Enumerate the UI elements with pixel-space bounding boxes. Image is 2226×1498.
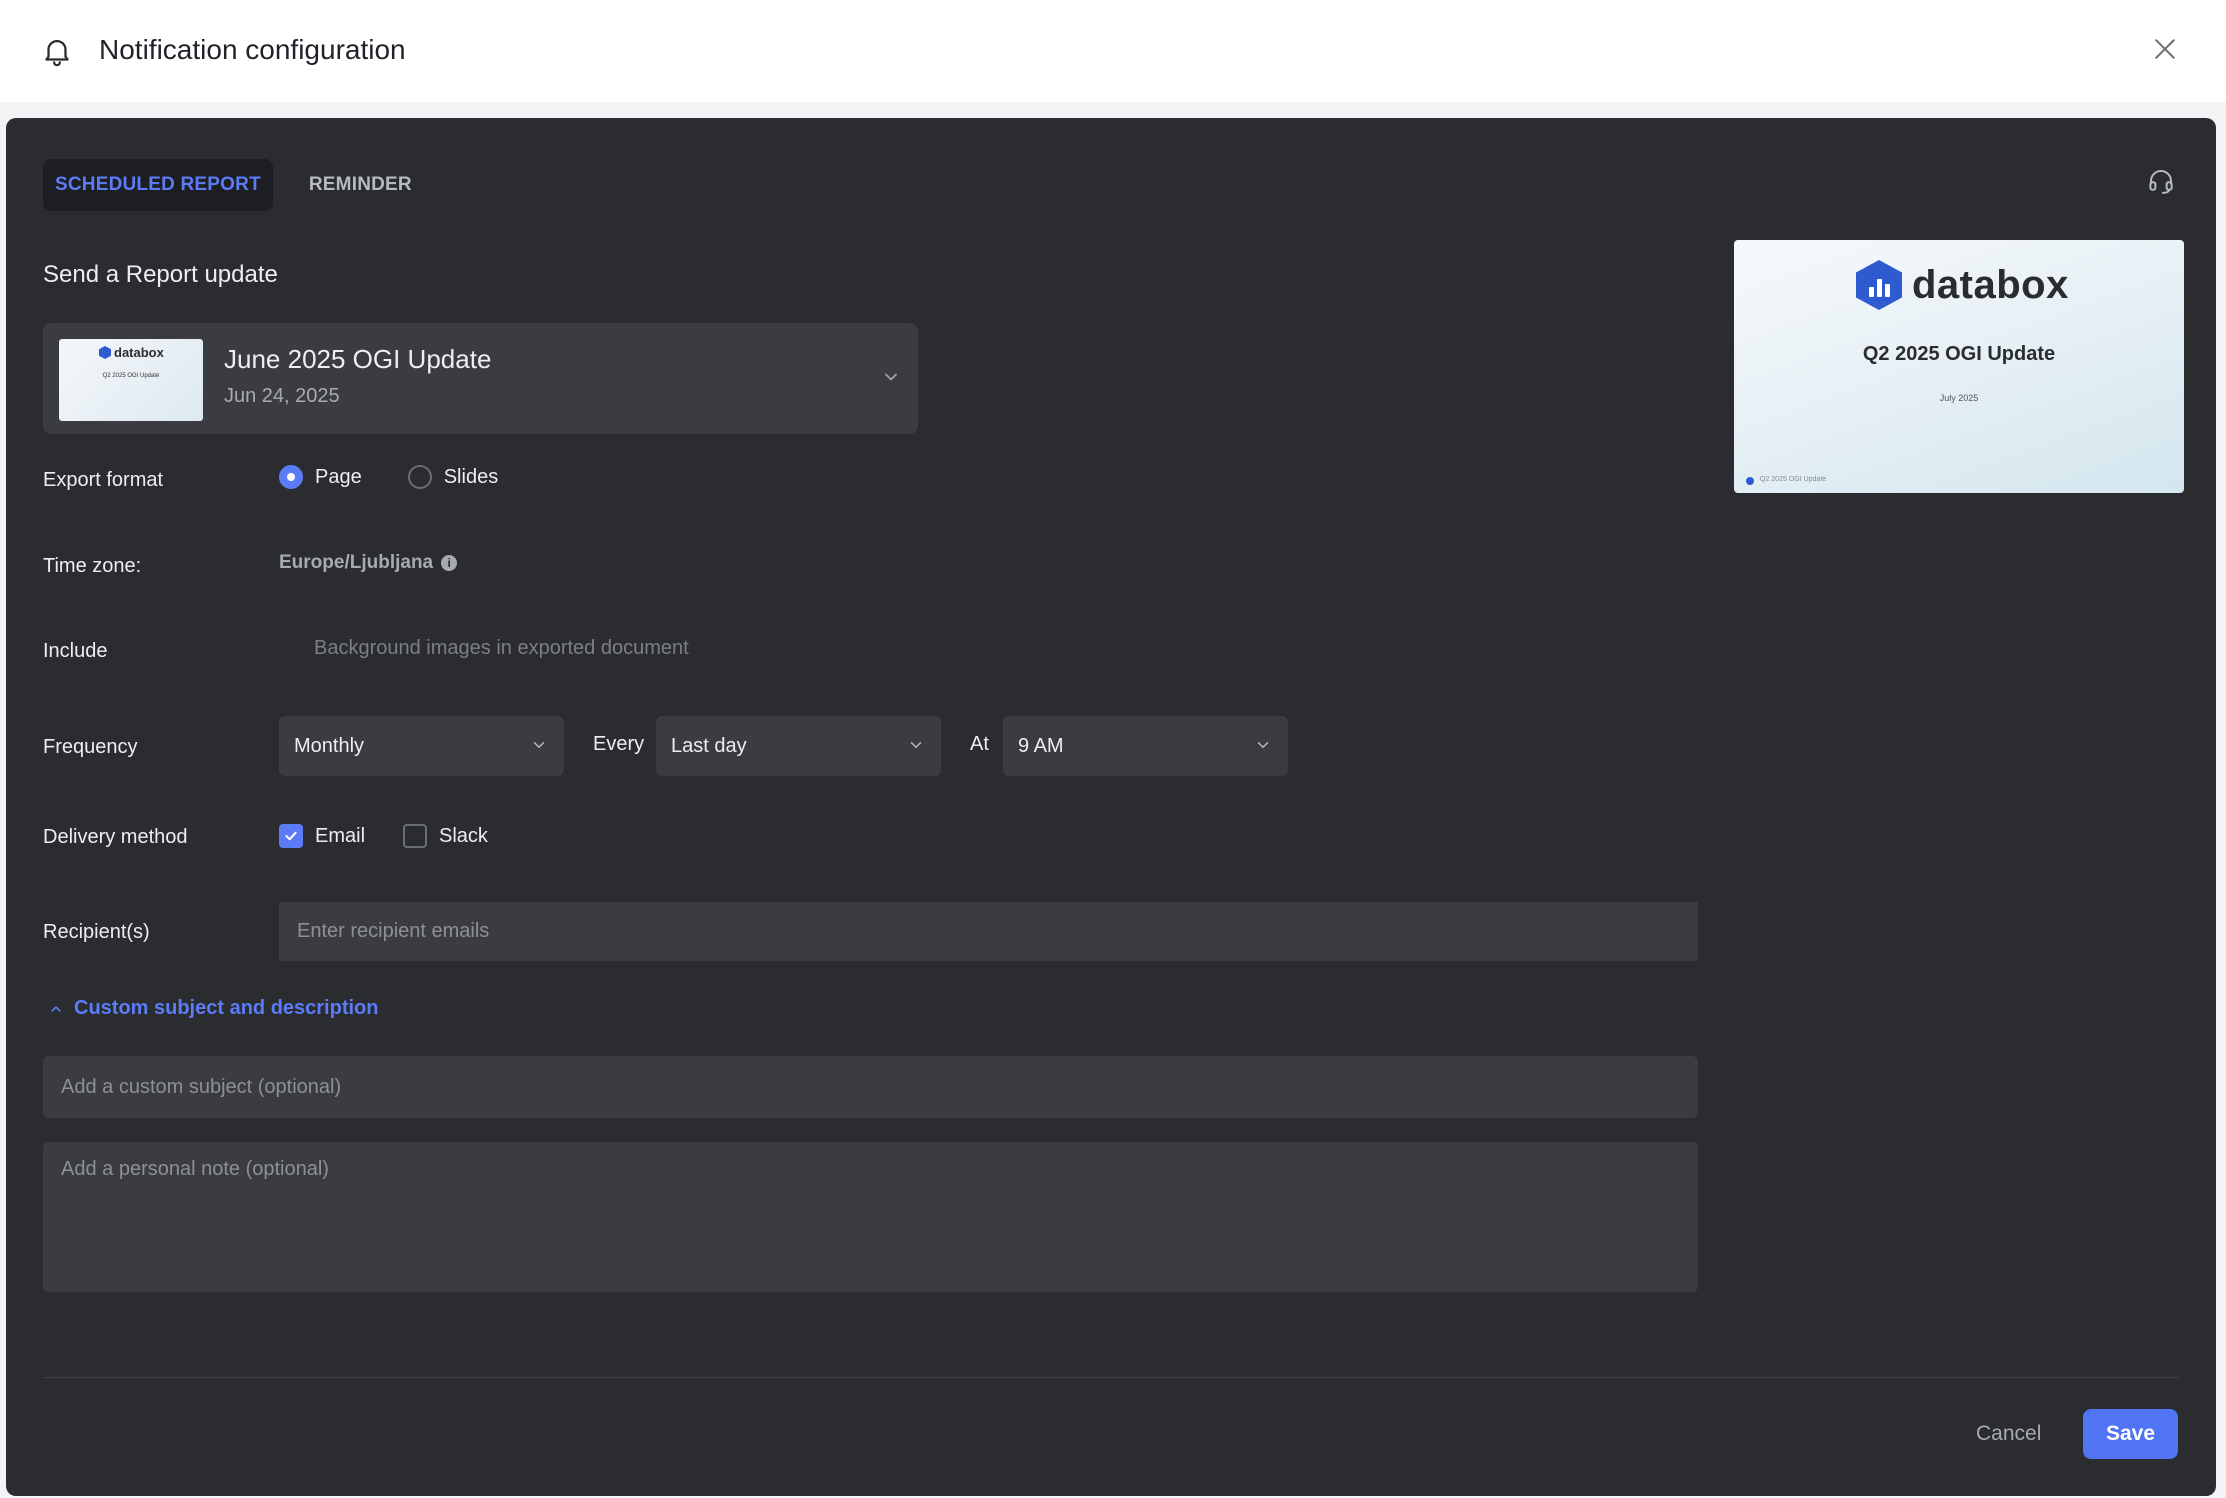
thumb-logo: databox xyxy=(99,345,164,360)
recipients-input[interactable] xyxy=(279,902,1698,961)
radio-page[interactable] xyxy=(279,465,303,489)
databox-logo-icon xyxy=(1856,260,1902,310)
include-background-option[interactable]: Background images in exported document xyxy=(314,637,689,660)
preview-logo: databox xyxy=(1856,260,2069,310)
headset-icon[interactable] xyxy=(2146,166,2176,196)
cancel-button[interactable]: Cancel xyxy=(1962,1409,2055,1459)
include-label: Include xyxy=(43,640,108,662)
slack-label[interactable]: Slack xyxy=(439,825,488,848)
chevron-down-icon xyxy=(1257,742,1269,749)
preview-date: July 2025 xyxy=(1939,393,1979,403)
export-format-options: Page Slides xyxy=(279,465,532,489)
at-label: At xyxy=(970,733,989,755)
radio-slides[interactable] xyxy=(407,465,432,489)
report-date: Jun 24, 2025 xyxy=(224,385,340,407)
report-preview: databox Q2 2025 OGI Update July 2025 Q2 … xyxy=(1734,240,2184,493)
frequency-label: Frequency xyxy=(43,736,138,758)
frequency-dropdown[interactable]: Monthly xyxy=(279,716,564,776)
time-zone-value: Europe/Ljubljana i xyxy=(279,552,458,574)
chevron-down-icon xyxy=(885,373,897,381)
tab-scheduled-report[interactable]: SCHEDULED REPORT xyxy=(43,159,273,211)
check-icon xyxy=(285,831,297,841)
radio-page-label[interactable]: Page xyxy=(315,466,362,489)
custom-subject-input[interactable] xyxy=(43,1056,1698,1118)
preview-footer-text: Q2 2025 OGI Update xyxy=(1760,476,1827,483)
tab-reminder[interactable]: REMINDER xyxy=(297,159,424,211)
bell-icon xyxy=(45,40,69,67)
every-label: Every xyxy=(593,733,645,755)
chevron-down-icon xyxy=(910,742,922,749)
databox-logo-icon xyxy=(99,346,111,359)
chevron-up-icon xyxy=(51,1005,61,1012)
tab-bar: SCHEDULED REPORT REMINDER xyxy=(43,159,424,211)
info-icon[interactable]: i xyxy=(441,555,458,571)
report-thumbnail: databox Q2 2025 OGI Update xyxy=(59,339,203,421)
save-button[interactable]: Save xyxy=(2083,1409,2178,1459)
delivery-method-label: Delivery method xyxy=(43,826,188,848)
preview-title: Q2 2025 OGI Update xyxy=(1862,343,2056,365)
email-checkbox[interactable] xyxy=(279,824,303,848)
export-format-label: Export format xyxy=(43,469,164,491)
radio-slides-label[interactable]: Slides xyxy=(444,466,498,489)
time-dropdown[interactable]: 9 AM xyxy=(1003,716,1288,776)
close-icon[interactable] xyxy=(2150,34,2180,64)
preview-footer-logo-icon xyxy=(1746,477,1754,485)
dialog-title: Notification configuration xyxy=(99,34,406,65)
dialog-header: Notification configuration xyxy=(0,0,2226,102)
custom-subject-toggle[interactable]: Custom subject and description xyxy=(48,997,378,1020)
report-selector[interactable]: databox Q2 2025 OGI Update June 2025 OGI… xyxy=(43,323,918,434)
thumb-title: Q2 2025 OGI Update xyxy=(102,373,160,379)
every-dropdown[interactable]: Last day xyxy=(656,716,941,776)
slack-checkbox[interactable] xyxy=(403,824,428,848)
time-zone-label: Time zone: xyxy=(43,555,142,577)
section-title: Send a Report update xyxy=(43,261,278,288)
chevron-down-icon xyxy=(533,742,545,749)
delivery-options: Email Slack xyxy=(279,824,522,848)
personal-note-input[interactable] xyxy=(43,1142,1698,1292)
report-name: June 2025 OGI Update xyxy=(224,344,492,374)
recipients-label: Recipient(s) xyxy=(43,921,150,943)
email-label[interactable]: Email xyxy=(315,825,365,848)
footer-divider xyxy=(43,1377,2179,1378)
